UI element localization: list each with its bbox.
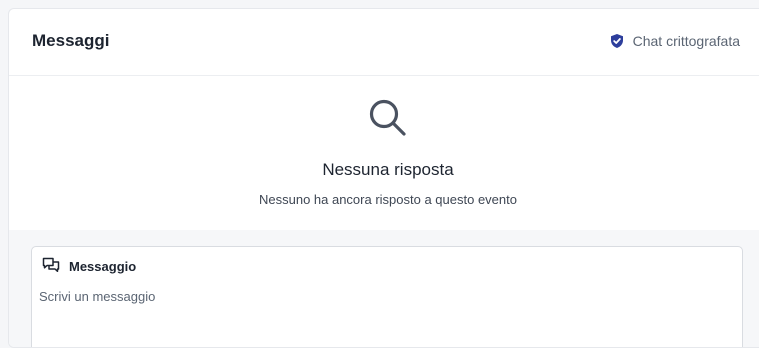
message-input[interactable] [39,289,729,304]
composer-label: Messaggio [42,257,136,276]
search-icon [366,96,410,145]
empty-state-title: Nessuna risposta [322,160,454,179]
empty-state-subtitle: Nessuno ha ancora risposto a questo even… [258,192,517,207]
composer-area: Messaggio [9,230,759,347]
panel-title: Messaggi [32,31,110,50]
encryption-status: Chat crittografata [609,33,740,49]
empty-state: Nessuna risposta Nessuno ha ancora rispo… [9,76,759,230]
panel-header: Messaggi Chat crittografata [9,9,759,76]
shield-check-icon [609,33,625,49]
composer-label-text: Messaggio [69,259,137,274]
messages-panel: Messaggi Chat crittografata Nessuna risp… [8,8,759,348]
chat-bubbles-icon [42,257,60,276]
message-composer[interactable]: Messaggio [31,246,743,347]
encryption-label: Chat crittografata [632,33,740,49]
